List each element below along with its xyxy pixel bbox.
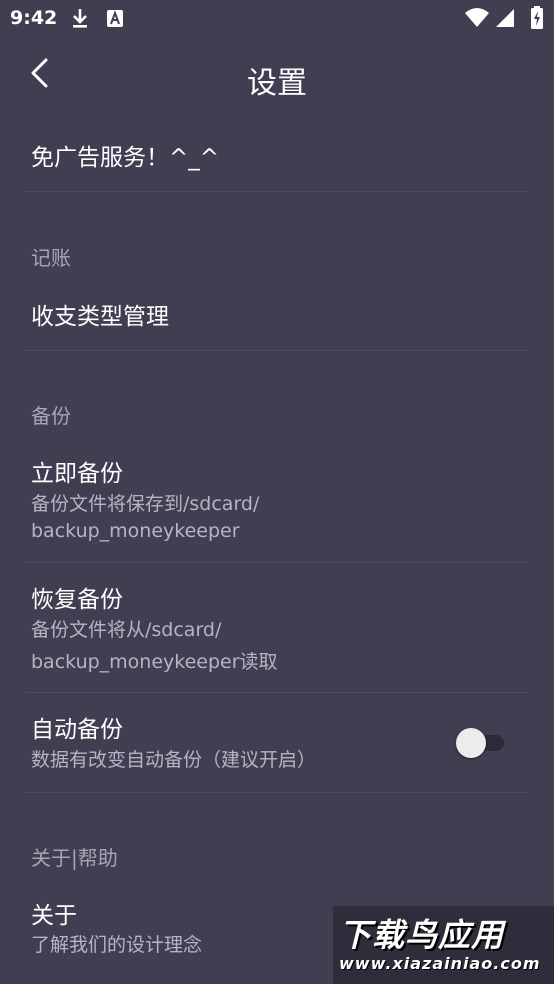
- category-manage-title: 收支类型管理: [31, 304, 169, 330]
- restore-backup-subtitle-1: 备份文件将从/sdcard/: [31, 619, 222, 641]
- about-subtitle: 了解我们的设计理念: [31, 934, 203, 956]
- backup-now-subtitle-2: backup_moneykeeper: [31, 520, 240, 542]
- watermark-url: www.xiazainiao.com: [339, 954, 541, 973]
- restore-backup-item[interactable]: 恢复备份 备份文件将从/sdcard/ backup_moneykeeper读取: [0, 566, 554, 692]
- watermark-title: 下载鸟应用: [339, 916, 505, 954]
- ad-free-item[interactable]: 免广告服务！^_^: [0, 120, 554, 192]
- backup-now-subtitle-1: 备份文件将保存到/sdcard/: [31, 493, 260, 515]
- divider: [25, 350, 529, 351]
- watermark: 下载鸟应用 www.xiazainiao.com: [333, 906, 554, 984]
- battery-icon: [531, 6, 543, 29]
- about-title: 关于: [31, 903, 77, 929]
- divider: [25, 191, 529, 192]
- signal-icon: [496, 9, 514, 27]
- divider: [25, 792, 529, 793]
- page-title: 设置: [247, 66, 307, 101]
- a-box-icon: [107, 10, 123, 27]
- section-header-about: 关于|帮助: [31, 846, 118, 870]
- divider: [25, 562, 529, 563]
- category-manage-item[interactable]: 收支类型管理: [0, 280, 554, 350]
- backup-now-title: 立即备份: [31, 461, 123, 487]
- wifi-icon: [465, 8, 489, 27]
- divider: [25, 692, 529, 693]
- ad-free-title: 免广告服务！^_^: [31, 145, 220, 171]
- auto-backup-title: 自动备份: [31, 717, 123, 743]
- restore-backup-subtitle-2: backup_moneykeeper读取: [31, 651, 278, 673]
- backup-now-item[interactable]: 立即备份 备份文件将保存到/sdcard/ backup_moneykeeper: [0, 440, 554, 562]
- app-bar: 设置: [0, 36, 554, 116]
- section-header-backup: 备份: [31, 404, 71, 428]
- status-time: 9:42: [10, 7, 58, 29]
- toggle-thumb: [456, 728, 486, 758]
- section-header-bookkeeping: 记账: [31, 246, 71, 270]
- download-icon: [73, 9, 87, 28]
- restore-backup-title: 恢复备份: [31, 587, 123, 613]
- status-bar: 9:42: [0, 0, 554, 36]
- auto-backup-toggle[interactable]: [456, 727, 508, 759]
- auto-backup-subtitle: 数据有改变自动备份（建议开启）: [31, 749, 317, 771]
